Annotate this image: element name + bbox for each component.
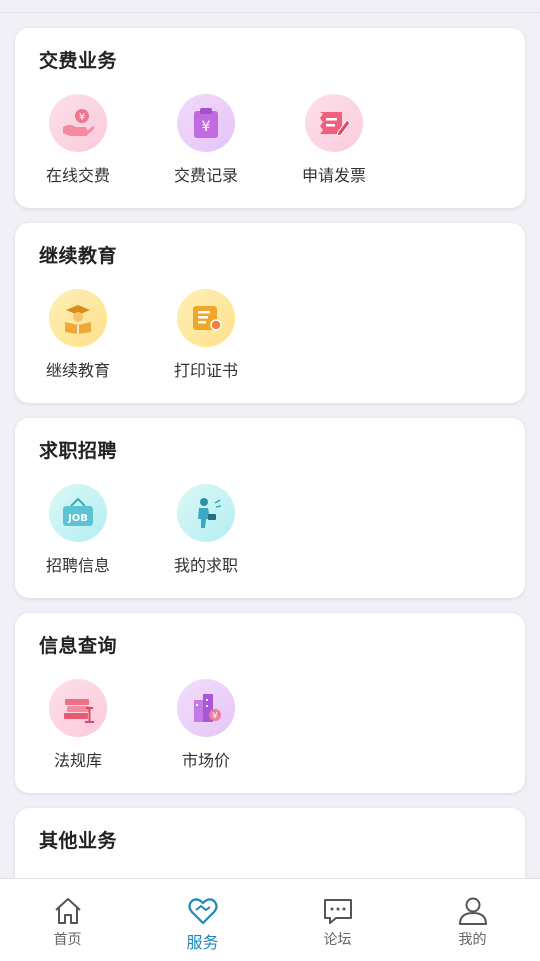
section-card-info-query: 信息查询 法规库 ¥ 市场价 [15, 613, 525, 793]
continuing-education-button[interactable]: 继续教育 [23, 289, 133, 385]
section-card-other: 其他业务 [15, 808, 525, 878]
tab-label: 论坛 [323, 932, 352, 948]
section-card-jobs: 求职招聘 JOB 招聘信息 我的求职 [15, 418, 525, 598]
job-seeker-icon [177, 484, 235, 542]
tab-mine[interactable]: 我的 [405, 879, 540, 961]
building-price-icon: ¥ [177, 679, 235, 737]
payment-records-button[interactable]: ¥ 交费记录 [151, 94, 261, 190]
item-label: 申请发票 [301, 166, 366, 185]
job-listings-button[interactable]: JOB 招聘信息 [23, 484, 133, 580]
section-card-education: 继续教育 继续教育 打印证书 [15, 223, 525, 403]
invoice-pen-icon [305, 94, 363, 152]
section-title: 其他业务 [39, 830, 118, 852]
forum-chat-icon [323, 899, 352, 924]
status-bar-area [0, 0, 540, 13]
section-title: 交费业务 [39, 50, 118, 72]
online-payment-button[interactable]: ¥ 在线交费 [23, 94, 133, 190]
svg-text:¥: ¥ [212, 712, 218, 722]
job-sign-icon: JOB [49, 484, 107, 542]
tab-service[interactable]: 服务 [135, 879, 270, 961]
section-card-payment: 交费业务 ¥ 在线交费 ¥ 交费记录 申请发票 [15, 28, 525, 208]
my-job-search-button[interactable]: 我的求职 [151, 484, 261, 580]
section-title: 信息查询 [39, 635, 118, 657]
section-title: 求职招聘 [39, 440, 118, 462]
svg-text:¥: ¥ [79, 112, 85, 123]
item-label: 继续教育 [45, 361, 110, 380]
item-label: 在线交费 [45, 166, 110, 185]
item-label: 我的求职 [173, 556, 238, 575]
tab-label: 首页 [53, 932, 82, 948]
tab-forum[interactable]: 论坛 [270, 879, 405, 961]
item-label: 招聘信息 [45, 556, 110, 575]
clipboard-yen-icon: ¥ [177, 94, 235, 152]
print-certificate-button[interactable]: 打印证书 [151, 289, 261, 385]
hand-coin-icon: ¥ [49, 94, 107, 152]
item-label: 市场价 [181, 751, 230, 770]
bottom-tab-bar: 首页 服务 论坛 我的 [0, 878, 540, 961]
item-label: 法规库 [53, 751, 102, 770]
apply-invoice-button[interactable]: 申请发票 [279, 94, 389, 190]
service-heart-icon [187, 898, 218, 925]
svg-text:¥: ¥ [202, 119, 211, 135]
item-label: 打印证书 [173, 361, 238, 380]
law-library-button[interactable]: 法规库 [23, 679, 133, 775]
tab-label: 服务 [186, 933, 219, 952]
tab-home[interactable]: 首页 [0, 879, 135, 961]
service-list[interactable]: 交费业务 ¥ 在线交费 ¥ 交费记录 申请发票 继续教育 继续教育 打印证书 求… [0, 13, 540, 878]
home-icon [54, 898, 81, 924]
market-price-button[interactable]: ¥ 市场价 [151, 679, 261, 775]
user-icon [458, 897, 487, 925]
item-label: 交费记录 [173, 166, 238, 185]
tab-label: 我的 [458, 932, 487, 948]
svg-text:JOB: JOB [67, 513, 88, 524]
law-books-icon [49, 679, 107, 737]
section-title: 继续教育 [39, 245, 118, 267]
certificate-icon [177, 289, 235, 347]
graduate-book-icon [49, 289, 107, 347]
